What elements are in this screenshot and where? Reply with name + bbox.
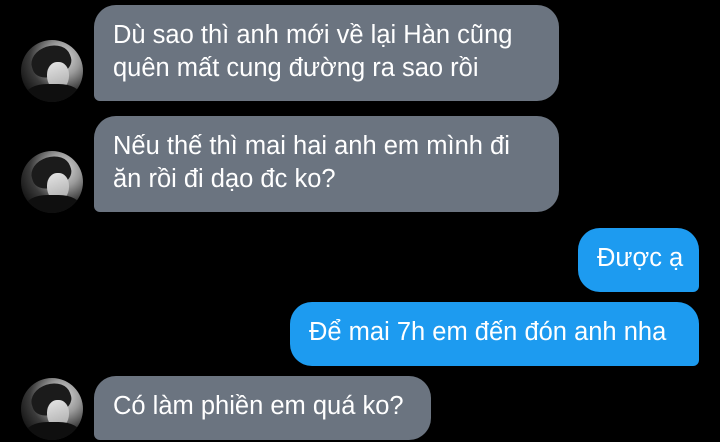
message-bubble-incoming[interactable]: Nếu thế thì mai hai anh em mình đi ăn rồ… (94, 116, 559, 212)
message-text-line: Để mai 7h em đến đón anh nha (309, 318, 667, 346)
message-text-line: quên mất cung đường ra sao rồi (113, 54, 479, 82)
contact-avatar[interactable] (21, 40, 83, 102)
message-text-line: ăn rồi đi dạo đc ko? (113, 165, 336, 193)
chat-thread: Dù sao thì anh mới về lại Hàn cũng quên … (0, 0, 720, 442)
message-bubble-outgoing[interactable]: Để mai 7h em đến đón anh nha (290, 302, 699, 366)
avatar-shirt (25, 84, 81, 102)
contact-avatar[interactable] (21, 378, 83, 440)
message-text-line: Nếu thế thì mai hai anh em mình đi (113, 132, 510, 160)
contact-avatar[interactable] (21, 151, 83, 213)
message-bubble-incoming[interactable]: Dù sao thì anh mới về lại Hàn cũng quên … (94, 5, 559, 101)
message-text-line: Có làm phiền em quá ko? (113, 392, 404, 420)
message-text-line: Được ạ (597, 244, 684, 272)
avatar-shirt (25, 422, 81, 440)
avatar-shirt (25, 195, 81, 213)
message-text-line: Dù sao thì anh mới về lại Hàn cũng (113, 21, 513, 49)
message-bubble-incoming[interactable]: Có làm phiền em quá ko? (94, 376, 431, 440)
message-bubble-outgoing[interactable]: Được ạ (578, 228, 699, 292)
